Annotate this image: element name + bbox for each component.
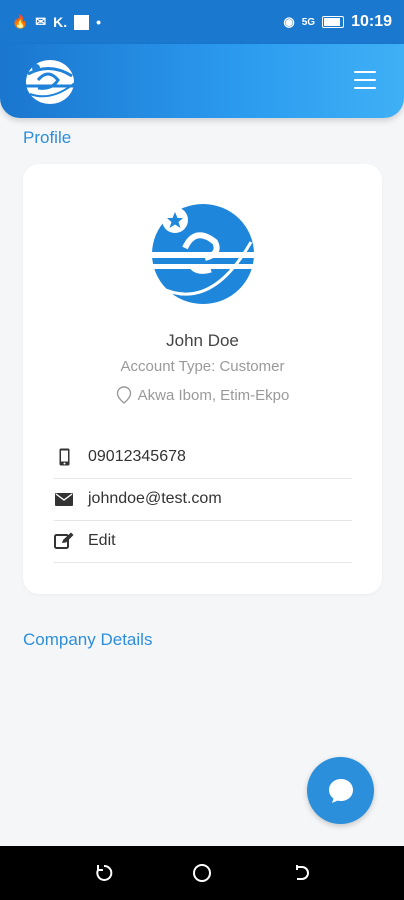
status-bar-left: 🔥 ✉ K. • xyxy=(12,14,101,30)
envelope-icon xyxy=(54,490,74,508)
phone-number: 09012345678 xyxy=(88,448,186,465)
back-icon[interactable] xyxy=(290,862,312,884)
location: Akwa Ibom, Etim-Ekpo xyxy=(23,386,382,404)
edit-profile-button[interactable]: Edit xyxy=(54,520,352,563)
location-text: Akwa Ibom, Etim-Ekpo xyxy=(137,386,290,404)
edit-icon xyxy=(54,532,74,550)
mail-icon: ✉ xyxy=(35,14,47,29)
profile-card: John Doe Account Type: Customer Akwa Ibo… xyxy=(23,164,382,594)
signal-icon: 5G xyxy=(301,16,316,28)
email-row: johndoe@test.com xyxy=(54,478,352,521)
battery-icon xyxy=(322,16,345,28)
status-dot: • xyxy=(96,14,101,30)
home-icon[interactable] xyxy=(191,862,213,884)
app-logo-icon[interactable] xyxy=(22,56,78,106)
hamburger-line xyxy=(354,79,376,81)
hamburger-menu-button[interactable] xyxy=(354,71,376,89)
chat-button[interactable] xyxy=(307,757,374,824)
hamburger-icon xyxy=(354,71,376,73)
recent-apps-icon[interactable] xyxy=(93,862,115,884)
edit-label: Edit xyxy=(88,532,116,549)
profile-section-title: Profile xyxy=(23,128,72,147)
profile-name: John Doe xyxy=(166,331,239,350)
app-header xyxy=(0,44,404,118)
notification-square-icon xyxy=(74,14,90,30)
hamburger-line xyxy=(354,87,376,89)
location-pin-icon xyxy=(116,386,131,404)
email-address: johndoe@test.com xyxy=(88,490,222,507)
hotspot-icon: ◉ xyxy=(283,14,295,29)
system-nav-bar xyxy=(0,846,404,900)
flame-icon: 🔥 xyxy=(12,14,29,29)
account-type: Account Type: Customer xyxy=(120,358,285,375)
avatar xyxy=(151,204,255,304)
status-k-text: K. xyxy=(53,14,68,30)
chat-bubble-icon xyxy=(328,778,353,803)
phone-icon xyxy=(54,448,74,466)
status-bar-right: ◉ 5G 10:19 xyxy=(283,13,392,31)
company-details-title[interactable]: Company Details xyxy=(23,630,152,650)
clock: 10:19 xyxy=(351,13,392,30)
phone-row: 09012345678 xyxy=(54,436,352,479)
status-bar: 🔥 ✉ K. • ◉ 5G 10:19 xyxy=(0,0,404,44)
